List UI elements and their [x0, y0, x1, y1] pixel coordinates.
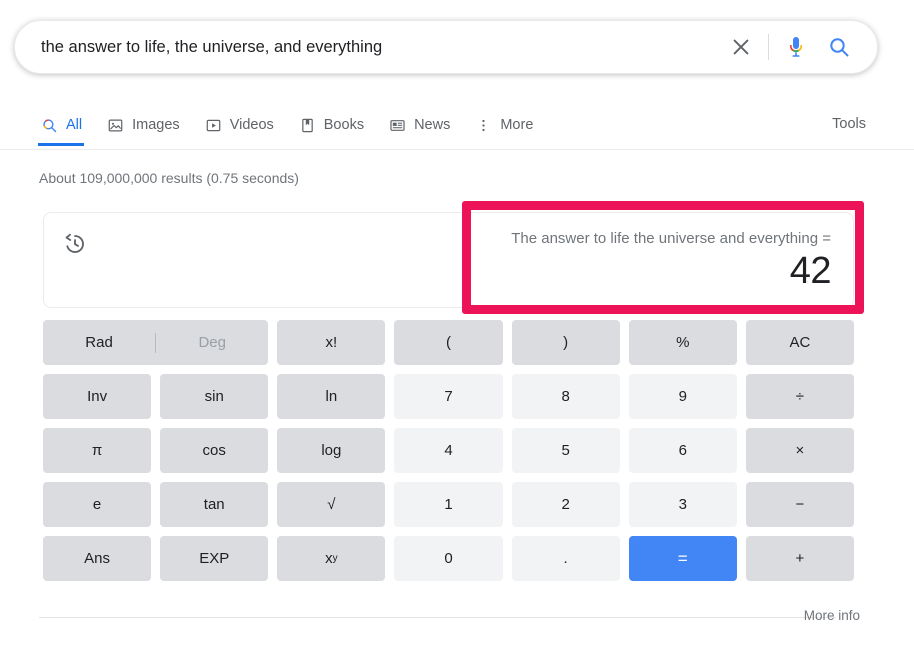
- calculator-readout: The answer to life the universe and ever…: [511, 229, 831, 293]
- angle-mode-toggle[interactable]: Rad Deg: [43, 320, 269, 365]
- tab-images[interactable]: Images: [104, 105, 182, 145]
- tab-all[interactable]: All: [38, 105, 85, 146]
- calculator-key-[interactable]: =: [628, 536, 737, 581]
- calculator-key-1[interactable]: 1: [394, 482, 503, 527]
- calculator-key-xy[interactable]: xy: [277, 536, 386, 581]
- calculator-key-Inv[interactable]: Inv: [43, 374, 152, 419]
- angle-mode-deg[interactable]: Deg: [156, 334, 268, 351]
- calculator-key-3[interactable]: 3: [628, 482, 737, 527]
- news-icon: [388, 116, 407, 135]
- calculator-key-5[interactable]: 5: [511, 428, 620, 473]
- calculator-key-0[interactable]: 0: [394, 536, 503, 581]
- video-icon: [204, 116, 223, 135]
- more-dots-icon: [474, 116, 493, 135]
- search-icon: [40, 116, 59, 135]
- tab-news-label: News: [414, 117, 451, 133]
- calculator-key-[interactable]: .: [511, 536, 620, 581]
- tab-books[interactable]: Books: [296, 105, 366, 145]
- search-bar-container: [14, 20, 878, 74]
- calculator-key-4[interactable]: 4: [394, 428, 503, 473]
- calculator-expression: The answer to life the universe and ever…: [511, 230, 831, 247]
- calculator-key-e[interactable]: e: [43, 482, 152, 527]
- clear-icon[interactable]: [724, 30, 758, 64]
- tab-videos[interactable]: Videos: [202, 105, 276, 145]
- calculator-key-[interactable]: +: [745, 536, 854, 581]
- calculator-key-x[interactable]: x!: [277, 320, 386, 365]
- calculator-card: The answer to life the universe and ever…: [43, 212, 854, 308]
- angle-mode-rad[interactable]: Rad: [43, 334, 155, 351]
- more-info-link[interactable]: More info: [804, 608, 860, 623]
- search-tabs: All Images Videos Books News More: [38, 105, 555, 149]
- result-stats: About 109,000,000 results (0.75 seconds): [39, 170, 299, 186]
- calculator-key-2[interactable]: 2: [511, 482, 620, 527]
- tab-more[interactable]: More: [472, 105, 535, 145]
- calculator-result: 42: [789, 250, 832, 292]
- calculator-key-[interactable]: ): [511, 320, 620, 365]
- calculator-key-7[interactable]: 7: [394, 374, 503, 419]
- book-icon: [298, 116, 317, 135]
- tab-all-label: All: [66, 117, 83, 133]
- calculator-key-6[interactable]: 6: [628, 428, 737, 473]
- search-input[interactable]: [41, 35, 724, 59]
- calculator-key-[interactable]: −: [745, 482, 854, 527]
- calculator-key-sin[interactable]: sin: [160, 374, 269, 419]
- history-icon[interactable]: [62, 231, 88, 257]
- tab-videos-label: Videos: [229, 117, 274, 133]
- calculator-key-log[interactable]: log: [277, 428, 386, 473]
- calculator-key-[interactable]: %: [628, 320, 737, 365]
- calculator-key-cos[interactable]: cos: [160, 428, 269, 473]
- footer-divider: [39, 617, 836, 618]
- search-submit-icon[interactable]: [823, 31, 855, 63]
- tools-button[interactable]: Tools: [832, 116, 866, 132]
- tab-news[interactable]: News: [386, 105, 452, 145]
- calculator-key-[interactable]: ×: [745, 428, 854, 473]
- calculator-keypad: Rad Deg x!()% AC Inv sin ln 7 8 9 ÷ π cos log 4 5 6 × e t…: [43, 320, 854, 581]
- calculator-key-[interactable]: √: [277, 482, 386, 527]
- calculator-key-ln[interactable]: ln: [277, 374, 386, 419]
- microphone-icon[interactable]: [781, 30, 811, 64]
- calculator-key-tan[interactable]: tan: [160, 482, 269, 527]
- image-icon: [106, 116, 125, 135]
- tab-books-label: Books: [323, 117, 365, 133]
- calculator-key-[interactable]: ÷: [745, 374, 854, 419]
- tab-images-label: Images: [132, 117, 180, 133]
- search-tabs-bar: All Images Videos Books News More Tools: [0, 105, 914, 150]
- search-bar[interactable]: [14, 20, 878, 74]
- tab-more-label: More: [500, 117, 534, 133]
- calculator-key-[interactable]: (: [394, 320, 503, 365]
- calculator-key-8[interactable]: 8: [511, 374, 620, 419]
- calculator-key-Ans[interactable]: Ans: [43, 536, 152, 581]
- calculator-key-AC[interactable]: AC: [745, 320, 854, 365]
- calculator-key-[interactable]: π: [43, 428, 152, 473]
- calculator-key-9[interactable]: 9: [628, 374, 737, 419]
- calculator-key-EXP[interactable]: EXP: [160, 536, 269, 581]
- search-bar-divider: [768, 34, 769, 60]
